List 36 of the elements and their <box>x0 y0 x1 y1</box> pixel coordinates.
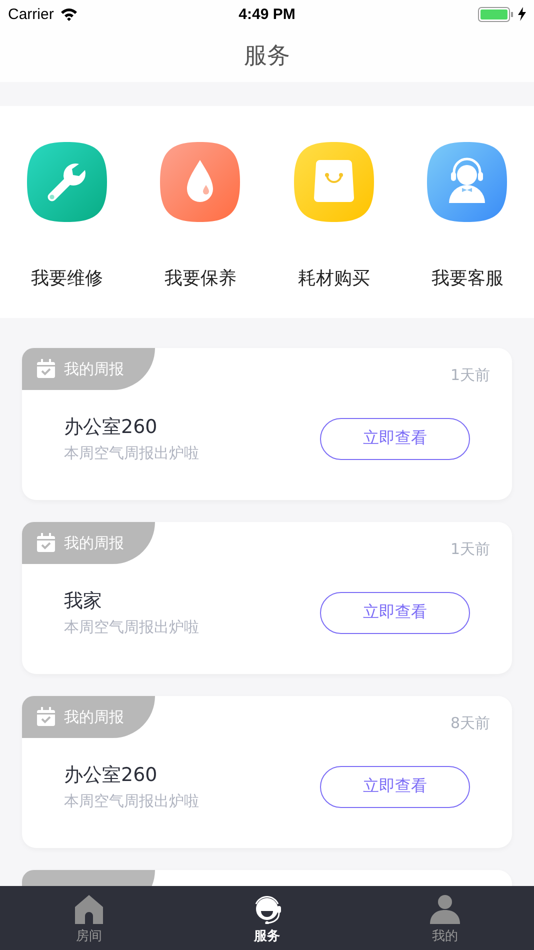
report-subtitle: 本周空气周报出炉啦 <box>64 444 199 463</box>
tag-label: 我的周报 <box>64 708 124 726</box>
service-label[interactable]: 我要维修 <box>30 266 103 290</box>
tab-item[interactable]: 我的 <box>356 886 534 950</box>
view-button[interactable]: 立即查看 <box>320 592 470 634</box>
page-title: 服务 <box>244 42 290 70</box>
report-subtitle: 本周空气周报出炉啦 <box>64 792 199 811</box>
tab-item[interactable]: 房间 <box>0 886 178 950</box>
home-icon <box>74 894 104 924</box>
report-time: 1天前 <box>450 366 490 385</box>
calendar-icon <box>36 359 56 379</box>
calendar-icon <box>36 533 56 553</box>
report-subtitle: 本周空气周报出炉啦 <box>64 618 199 637</box>
room-name: 办公室260 <box>64 763 158 788</box>
wifi-icon <box>60 7 78 21</box>
support-service-icon[interactable] <box>427 142 508 222</box>
service-label[interactable]: 耗材购买 <box>298 266 370 290</box>
battery-icon <box>478 6 514 22</box>
view-button[interactable]: 立即查看 <box>320 766 470 808</box>
report-time: 1天前 <box>450 540 490 559</box>
tag-label: 我的周报 <box>64 360 124 378</box>
service-label[interactable]: 我要保养 <box>164 266 236 290</box>
repair-service-icon[interactable] <box>26 142 107 222</box>
calendar-icon <box>36 707 56 727</box>
view-button[interactable]: 立即查看 <box>320 418 470 460</box>
report-time: 8天前 <box>450 714 490 733</box>
room-name: 我家 <box>64 589 103 614</box>
tag-label: 我的周报 <box>64 534 124 552</box>
maintenance-service-icon[interactable] <box>160 142 240 222</box>
service-label[interactable]: 我要客服 <box>431 266 504 290</box>
profile-icon <box>430 894 460 924</box>
room-name: 办公室260 <box>64 415 158 440</box>
tab-item[interactable]: 服务 <box>178 886 356 950</box>
supplies-service-icon[interactable] <box>294 142 374 222</box>
clock-time: 4:49 PM <box>238 6 296 22</box>
carrier-label: Carrier <box>8 6 54 22</box>
